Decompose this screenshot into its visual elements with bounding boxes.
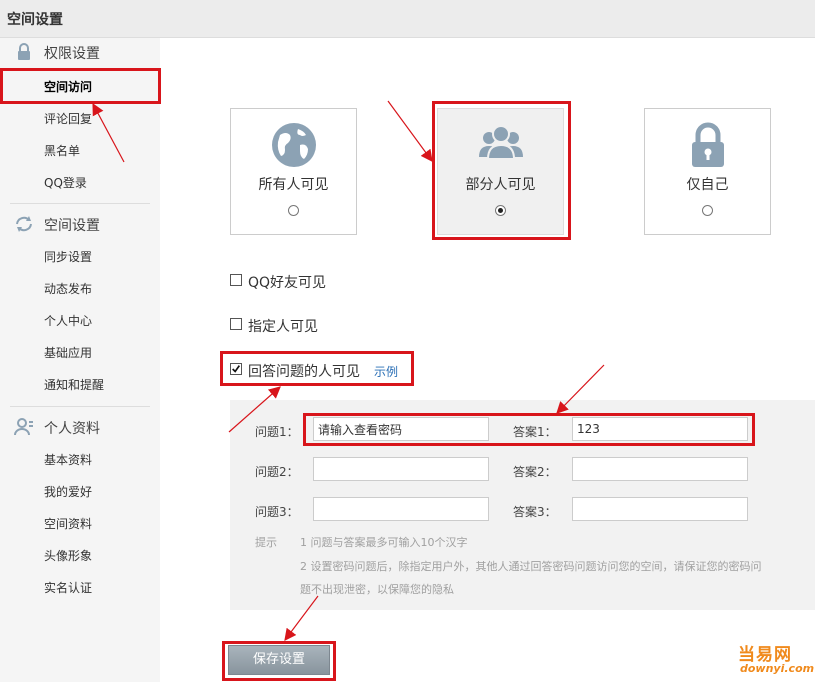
visibility-option-label: 仅自己 [686, 177, 729, 193]
checkbox-box[interactable] [230, 318, 242, 330]
checkbox-label: QQ好友可见 [248, 275, 327, 291]
sidebar-item-personal-center[interactable]: 个人中心 [44, 312, 92, 329]
window-title: 空间设置 [7, 12, 63, 28]
sidebar-divider [10, 203, 150, 204]
sync-icon [16, 216, 32, 232]
sidebar: 权限设置 空间访问 评论回复 黑名单 QQ登录 空间设置 同步设置 动态发布 个… [0, 38, 160, 682]
sidebar-item-hobbies[interactable]: 我的爱好 [44, 483, 92, 500]
highlight-box [222, 641, 336, 681]
checkbox-qq-friends[interactable]: QQ好友可见 [230, 272, 430, 291]
highlight-box [303, 413, 755, 446]
sidebar-item-notifications[interactable]: 通知和提醒 [44, 376, 104, 393]
visibility-option-label: 所有人可见 [258, 177, 329, 193]
question-label: 问题1： [255, 425, 299, 439]
answer-3-input[interactable] [572, 497, 748, 521]
sidebar-item-real-name[interactable]: 实名认证 [44, 579, 92, 596]
profile-icon [14, 418, 33, 436]
visibility-option-everyone[interactable]: 所有人可见 [230, 108, 357, 235]
padlock-icon [692, 122, 724, 167]
highlight-box [0, 68, 161, 104]
sidebar-item-blacklist[interactable]: 黑名单 [44, 142, 80, 159]
visibility-option-self-only[interactable]: 仅自己 [644, 108, 771, 235]
sidebar-item-comment-reply[interactable]: 评论回复 [44, 110, 92, 127]
answer-label: 答案3： [513, 505, 557, 519]
tip-label: 提示 [255, 536, 277, 549]
sidebar-section-profile: 个人资料 [0, 413, 160, 441]
title-bar: 空间设置 [0, 0, 815, 38]
question-2-input[interactable] [313, 457, 489, 481]
tip-line-1: 1 问题与答案最多可输入10个汉字 [300, 536, 468, 549]
sidebar-section-space-settings: 空间设置 [0, 210, 160, 238]
highlight-box [220, 351, 414, 386]
sidebar-item-qq-login[interactable]: QQ登录 [44, 174, 87, 191]
checkbox-specified-people[interactable]: 指定人可见 [230, 316, 430, 335]
sidebar-section-permissions: 权限设置 [0, 38, 160, 66]
answer-2-input[interactable] [572, 457, 748, 481]
arrow-line [387, 100, 433, 162]
lock-icon [18, 43, 30, 60]
sidebar-section-label: 个人资料 [44, 421, 100, 437]
settings-page: 空间设置 权限设置 空间访问 评论回复 黑名单 QQ登录 空间设置 同步设置 动… [0, 0, 815, 682]
sidebar-item-basic-apps[interactable]: 基础应用 [44, 344, 92, 361]
sidebar-item-space-info[interactable]: 空间资料 [44, 515, 92, 532]
sidebar-item-feed-publish[interactable]: 动态发布 [44, 280, 92, 297]
sidebar-divider [10, 406, 150, 407]
question-label: 问题2： [255, 465, 299, 479]
watermark-url: downyi.com [740, 662, 815, 675]
sidebar-item-sync-settings[interactable]: 同步设置 [44, 248, 92, 265]
checkbox-box[interactable] [230, 274, 242, 286]
visibility-radio-everyone[interactable] [288, 205, 299, 216]
sidebar-item-basic-info[interactable]: 基本资料 [44, 451, 92, 468]
globe-icon [272, 123, 316, 167]
sidebar-section-label: 空间设置 [44, 218, 100, 234]
highlight-box [432, 101, 571, 240]
question-3-input[interactable] [313, 497, 489, 521]
checkbox-label: 指定人可见 [248, 319, 318, 335]
answer-label: 答案2： [513, 465, 557, 479]
question-label: 问题3： [255, 505, 299, 519]
visibility-radio-self-only[interactable] [702, 205, 713, 216]
sidebar-section-label: 权限设置 [44, 46, 100, 62]
tip-line-2: 2 设置密码问题后，除指定用户外，其他人通过回答密码问题访问您的空间，请保证您的… [300, 560, 762, 573]
tip-line-3: 题不出现泄密，以保障您的隐私 [300, 583, 454, 596]
sidebar-item-avatar[interactable]: 头像形象 [44, 547, 92, 564]
